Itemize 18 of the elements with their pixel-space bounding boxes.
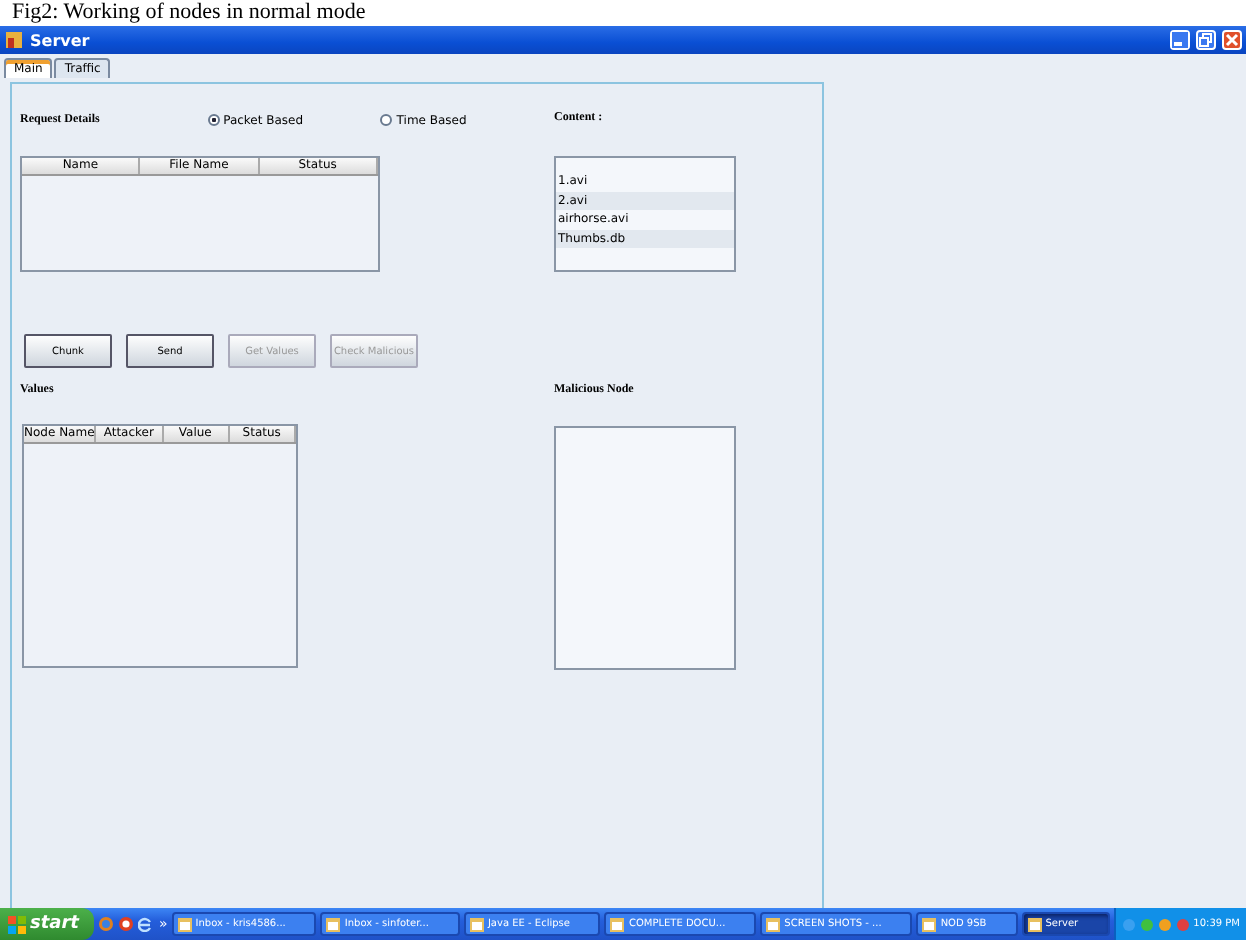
window-icon [610,917,625,931]
window-icon [326,917,341,931]
window-icon [922,917,937,931]
minimize-icon [1172,32,1188,48]
window-icon [469,917,484,931]
window-title: Server [30,31,90,49]
figure-caption: Fig2: Working of nodes in normal mode [12,0,366,24]
browser-icon [138,916,155,932]
app-icon [4,30,24,50]
window-icon [1027,917,1042,931]
close-button[interactable] [1222,30,1242,50]
restore-icon [1198,32,1214,48]
minimize-button[interactable] [1170,30,1190,50]
windows-logo-icon [8,915,26,933]
restore-button[interactable] [1196,30,1216,50]
window-icon [177,917,192,931]
window-icon [766,917,781,931]
close-icon [1224,32,1240,48]
